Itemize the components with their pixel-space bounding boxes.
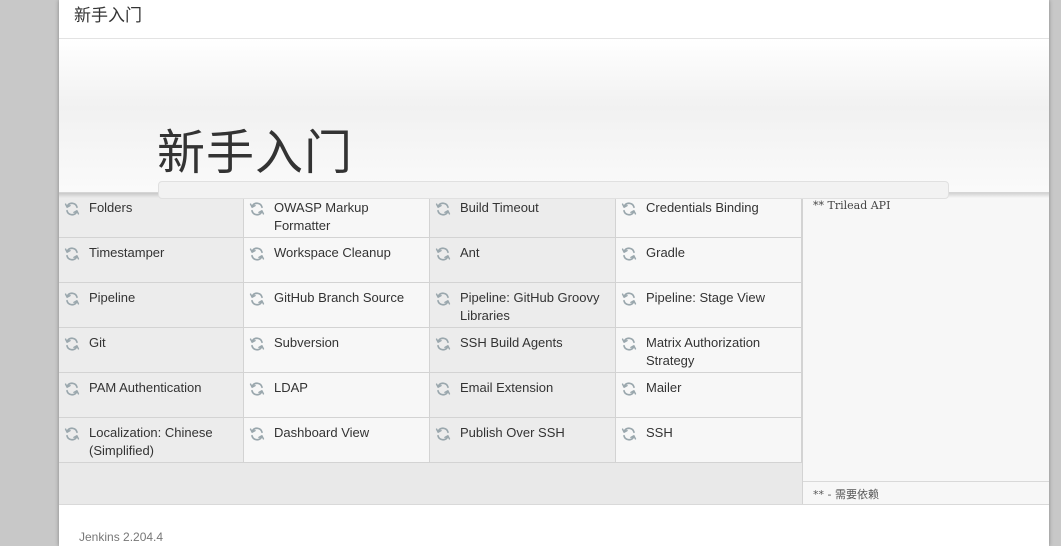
plugin-name: Build Timeout — [460, 200, 539, 215]
plugin-name: GitHub Branch Source — [274, 290, 405, 305]
setup-wizard-dialog: 新手入门 新手入门 Folders OWASP Markup Formatter B… — [59, 0, 1049, 546]
refresh-icon — [64, 201, 80, 217]
refresh-icon — [621, 426, 637, 442]
refresh-icon — [435, 336, 451, 352]
dependency-legend: ** - 需要依赖 — [803, 481, 1049, 504]
plugin-item: OWASP Markup Formatter — [244, 193, 430, 238]
plugin-list: Folders OWASP Markup Formatter Build Timeo… — [59, 193, 802, 463]
plugin-name: Publish Over SSH — [460, 425, 565, 440]
plugin-name: OWASP Markup Formatter — [274, 200, 369, 233]
hero-banner: 新手入门 — [59, 39, 1049, 192]
plugin-name: Dashboard View — [274, 425, 370, 440]
plugin-item: Dashboard View — [244, 418, 430, 463]
plugin-name: Credentials Binding — [646, 200, 759, 215]
refresh-icon — [621, 336, 637, 352]
refresh-icon — [621, 291, 637, 307]
install-log-panel[interactable]: ** Trilead API ** - 需要依赖 — [802, 193, 1049, 504]
refresh-icon — [249, 246, 265, 262]
refresh-icon — [64, 426, 80, 442]
plugin-item: SSH — [616, 418, 802, 463]
plugin-item: Workspace Cleanup — [244, 238, 430, 283]
dependency-legend-text: ** - 需要依赖 — [813, 488, 879, 501]
plugin-name: Localization: Chinese (Simplified) — [89, 425, 213, 458]
plugin-item: SSH Build Agents — [430, 328, 616, 373]
plugin-name: Gradle — [646, 245, 686, 260]
plugin-item: Timestamper — [59, 238, 244, 283]
plugin-name: Folders — [89, 200, 133, 215]
plugin-name: Timestamper — [89, 245, 165, 260]
plugin-item: Mailer — [616, 373, 802, 418]
refresh-icon — [249, 336, 265, 352]
refresh-icon — [621, 246, 637, 262]
plugin-name: SSH — [646, 425, 673, 440]
plugin-item: Ant — [430, 238, 616, 283]
refresh-icon — [435, 381, 451, 397]
plugin-item: Matrix Authorization Strategy — [616, 328, 802, 373]
plugin-item: Git — [59, 328, 244, 373]
plugin-name: Subversion — [274, 335, 340, 350]
refresh-icon — [249, 426, 265, 442]
plugin-item: Pipeline: GitHub Groovy Libraries — [430, 283, 616, 328]
plugin-name: PAM Authentication — [89, 380, 202, 395]
hero-title: 新手入门 — [157, 125, 354, 181]
plugin-item: Localization: Chinese (Simplified) — [59, 418, 244, 463]
refresh-icon — [621, 381, 637, 397]
plugin-name: SSH Build Agents — [460, 335, 563, 350]
dialog-header: 新手入门 — [59, 0, 1049, 39]
plugin-item: Subversion — [244, 328, 430, 373]
install-progress-bar — [158, 181, 949, 199]
plugin-name: Matrix Authorization Strategy — [646, 335, 761, 368]
jenkins-version: Jenkins 2.204.4 — [79, 530, 164, 544]
plugin-item: Credentials Binding — [616, 193, 802, 238]
plugin-item: Pipeline — [59, 283, 244, 328]
refresh-icon — [64, 291, 80, 307]
plugin-item: Publish Over SSH — [430, 418, 616, 463]
install-log-text: ** Trilead API — [813, 199, 891, 212]
plugin-item: Gradle — [616, 238, 802, 283]
refresh-icon — [249, 381, 265, 397]
refresh-icon — [435, 201, 451, 217]
refresh-icon — [435, 246, 451, 262]
plugin-name: Workspace Cleanup — [274, 245, 391, 260]
plugin-item: Email Extension — [430, 373, 616, 418]
refresh-icon — [249, 291, 265, 307]
refresh-icon — [64, 336, 80, 352]
refresh-icon — [435, 291, 451, 307]
plugin-name: LDAP — [274, 380, 308, 395]
plugin-item: Pipeline: Stage View — [616, 283, 802, 328]
plugin-name: Ant — [460, 245, 480, 260]
refresh-icon — [64, 246, 80, 262]
refresh-icon — [64, 381, 80, 397]
plugin-name: Pipeline: GitHub Groovy Libraries — [460, 290, 600, 323]
plugin-item: GitHub Branch Source — [244, 283, 430, 328]
plugin-name: Mailer — [646, 380, 682, 395]
plugin-name: Pipeline — [89, 290, 136, 305]
plugin-name: Git — [89, 335, 106, 350]
dialog-title: 新手入门 — [74, 6, 142, 26]
plugin-item: Folders — [59, 193, 244, 238]
plugin-item: PAM Authentication — [59, 373, 244, 418]
refresh-icon — [621, 201, 637, 217]
refresh-icon — [435, 426, 451, 442]
dialog-footer: Jenkins 2.204.4 — [59, 504, 1049, 546]
plugin-item: LDAP — [244, 373, 430, 418]
refresh-icon — [249, 201, 265, 217]
plugin-list-footer — [59, 463, 803, 504]
plugin-name: Email Extension — [460, 380, 554, 395]
plugin-name: Pipeline: Stage View — [646, 290, 766, 305]
plugin-item: Build Timeout — [430, 193, 616, 238]
